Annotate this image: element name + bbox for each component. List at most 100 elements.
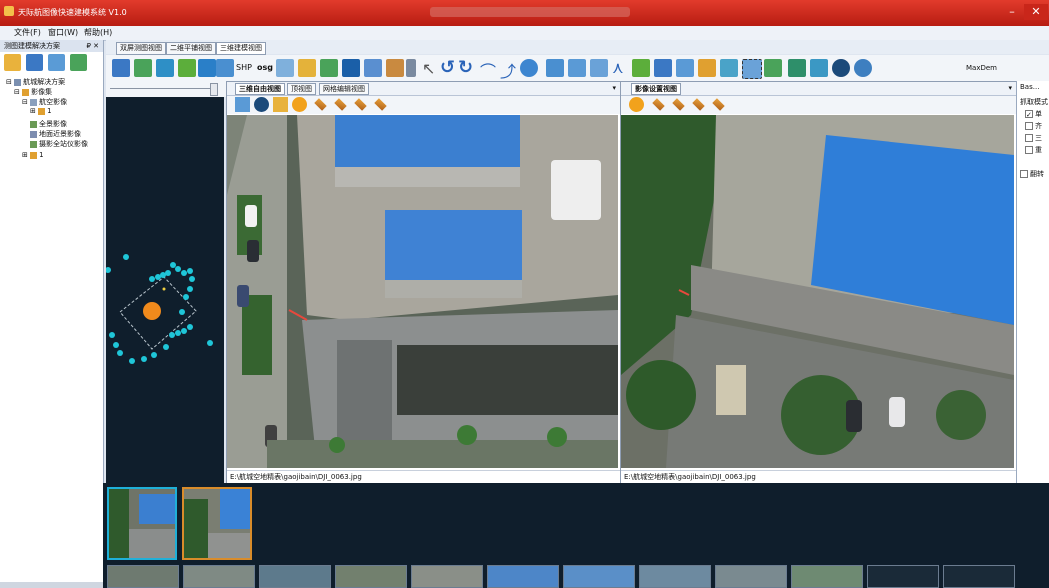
refresh-icon[interactable] <box>788 59 806 77</box>
open-folder-icon[interactable] <box>4 54 21 71</box>
person-icon[interactable] <box>632 59 650 77</box>
sphere-icon[interactable] <box>854 59 872 77</box>
settings-icon[interactable] <box>48 54 65 71</box>
osg-button[interactable]: osg <box>257 63 273 72</box>
menu-help[interactable]: 帮助(H) <box>84 27 112 38</box>
texture-icon[interactable] <box>720 59 738 77</box>
option-flip[interactable]: 翻转 <box>1020 169 1044 179</box>
thumbnail-image-selected[interactable] <box>182 487 252 560</box>
view-dropdown[interactable]: ▾ <box>1008 84 1012 92</box>
film-strip-thumb[interactable] <box>107 565 179 588</box>
surface-shade-icon[interactable] <box>692 98 705 111</box>
tab-top-view[interactable]: 顶视图 <box>287 83 316 95</box>
film-strip-thumb[interactable] <box>183 565 255 588</box>
box-select-icon[interactable] <box>590 59 608 77</box>
surface-wire-icon[interactable] <box>374 98 387 111</box>
layout-icon[interactable] <box>216 59 234 77</box>
view-icon[interactable] <box>810 59 828 77</box>
rectangle-icon[interactable] <box>546 59 564 77</box>
tree-expander[interactable]: ⊟ <box>14 88 20 96</box>
tab-image-setting-view[interactable]: 影像设置视图 <box>631 83 681 95</box>
tree-item-solution[interactable]: ⊟ 航城解决方案 <box>6 77 65 87</box>
pointer-icon[interactable]: ↖ <box>422 59 435 78</box>
export-icon[interactable] <box>276 59 294 77</box>
tree-expander[interactable]: ⊟ <box>6 78 12 86</box>
horizontal-scrollbar[interactable] <box>0 582 103 588</box>
film-strip-thumb[interactable] <box>259 565 331 588</box>
building-icon[interactable] <box>698 59 716 77</box>
tree-item-model-1[interactable]: ⊞ 1 <box>22 151 44 159</box>
checkbox[interactable] <box>1025 134 1033 142</box>
zoom-icon[interactable] <box>676 59 694 77</box>
surface-icon[interactable] <box>652 98 665 111</box>
surface-texture-icon[interactable] <box>672 98 685 111</box>
small-window-icon[interactable] <box>406 59 416 77</box>
checkbox-checked[interactable]: ✓ <box>1025 110 1033 119</box>
camera-icon[interactable] <box>654 59 672 77</box>
slider-track[interactable] <box>110 88 218 89</box>
sun-icon[interactable] <box>292 97 307 112</box>
option-three[interactable]: 三 <box>1025 133 1042 143</box>
brush-icon[interactable] <box>298 59 316 77</box>
redo-icon[interactable]: ↻ <box>458 57 473 78</box>
tree-expander[interactable]: ⊟ <box>22 98 28 106</box>
minimize-button[interactable]: – <box>1000 4 1024 20</box>
save-icon[interactable] <box>26 54 43 71</box>
circle-icon[interactable] <box>520 59 538 77</box>
tree-icon[interactable] <box>178 59 196 77</box>
tab-2d-tile[interactable]: 二维平铺视图 <box>166 42 216 55</box>
polyline-icon[interactable]: ⌒ <box>480 58 496 82</box>
option-align[interactable]: 齐 <box>1025 121 1042 131</box>
tree-item-aerial[interactable]: ⊟ 航空影像 <box>22 97 67 107</box>
tree-item-ground[interactable]: 地面近景影像 <box>30 129 81 139</box>
tree-expander[interactable]: ⊞ <box>22 151 28 159</box>
film-strip-thumb[interactable] <box>639 565 711 588</box>
add-image-icon[interactable] <box>134 59 152 77</box>
aerial-image[interactable] <box>621 115 1016 470</box>
tree-expander[interactable]: ⊞ <box>30 107 36 115</box>
edit-icon[interactable] <box>273 97 288 112</box>
tree-item-panorama[interactable]: 全景影像 <box>30 119 67 129</box>
window-icon[interactable] <box>364 59 382 77</box>
surface-icon[interactable] <box>314 98 327 111</box>
checkbox[interactable] <box>1020 170 1028 178</box>
film-strip-thumb[interactable] <box>867 565 939 588</box>
tree-item-image-set[interactable]: ⊟ 影像集 <box>14 87 52 97</box>
grid-icon[interactable] <box>156 59 174 77</box>
surface-texture-icon[interactable] <box>334 98 347 111</box>
3d-scene[interactable] <box>227 115 620 470</box>
panel-pin-close[interactable]: ₽ ✕ <box>86 40 99 52</box>
table-icon[interactable] <box>70 54 87 71</box>
thumbnail-image[interactable] <box>107 487 177 560</box>
menu-window[interactable]: 窗口(W) <box>48 27 78 38</box>
tree-item-aerial-1[interactable]: ⊞ 1 <box>30 107 52 115</box>
undo-icon[interactable]: ↺ <box>440 57 455 78</box>
map-icon[interactable] <box>764 59 782 77</box>
selection-icon[interactable] <box>742 59 762 79</box>
tab-3d-model[interactable]: 三维建模视图 <box>216 42 266 55</box>
tree-item-total-station[interactable]: 摄影全站仪影像 <box>30 139 88 149</box>
view-dropdown[interactable]: ▾ <box>612 84 616 92</box>
slider-handle[interactable] <box>210 83 218 96</box>
current-camera-marker[interactable] <box>143 302 161 320</box>
save-icon[interactable] <box>112 59 130 77</box>
split-view-icon[interactable] <box>198 59 216 77</box>
checkbox[interactable] <box>1025 122 1033 130</box>
polygon-icon[interactable] <box>568 59 586 77</box>
option-repeat[interactable]: 重 <box>1025 145 1042 155</box>
image-layer-icon[interactable] <box>235 97 250 112</box>
globe-icon[interactable] <box>832 59 850 77</box>
tab-dual-screen[interactable]: 双屏测图视图 <box>116 42 166 55</box>
sun-icon[interactable] <box>629 97 644 112</box>
option-single[interactable]: ✓ 单 <box>1025 109 1042 119</box>
maxdem-button[interactable]: MaxDem <box>966 64 997 72</box>
film-strip-thumb[interactable] <box>335 565 407 588</box>
surface-wire-icon[interactable] <box>712 98 725 111</box>
tab-3d-free-view[interactable]: 三维自由视图 <box>235 83 285 95</box>
menu-file[interactable]: 文件(F) <box>14 27 41 38</box>
measure-icon[interactable]: ⋏ <box>612 58 624 77</box>
tab-mesh-edit-view[interactable]: 网格编辑视图 <box>319 83 369 95</box>
close-button[interactable]: ✕ <box>1024 4 1048 20</box>
photoshop-icon[interactable] <box>342 59 360 77</box>
camera-position-plot[interactable] <box>105 97 224 483</box>
